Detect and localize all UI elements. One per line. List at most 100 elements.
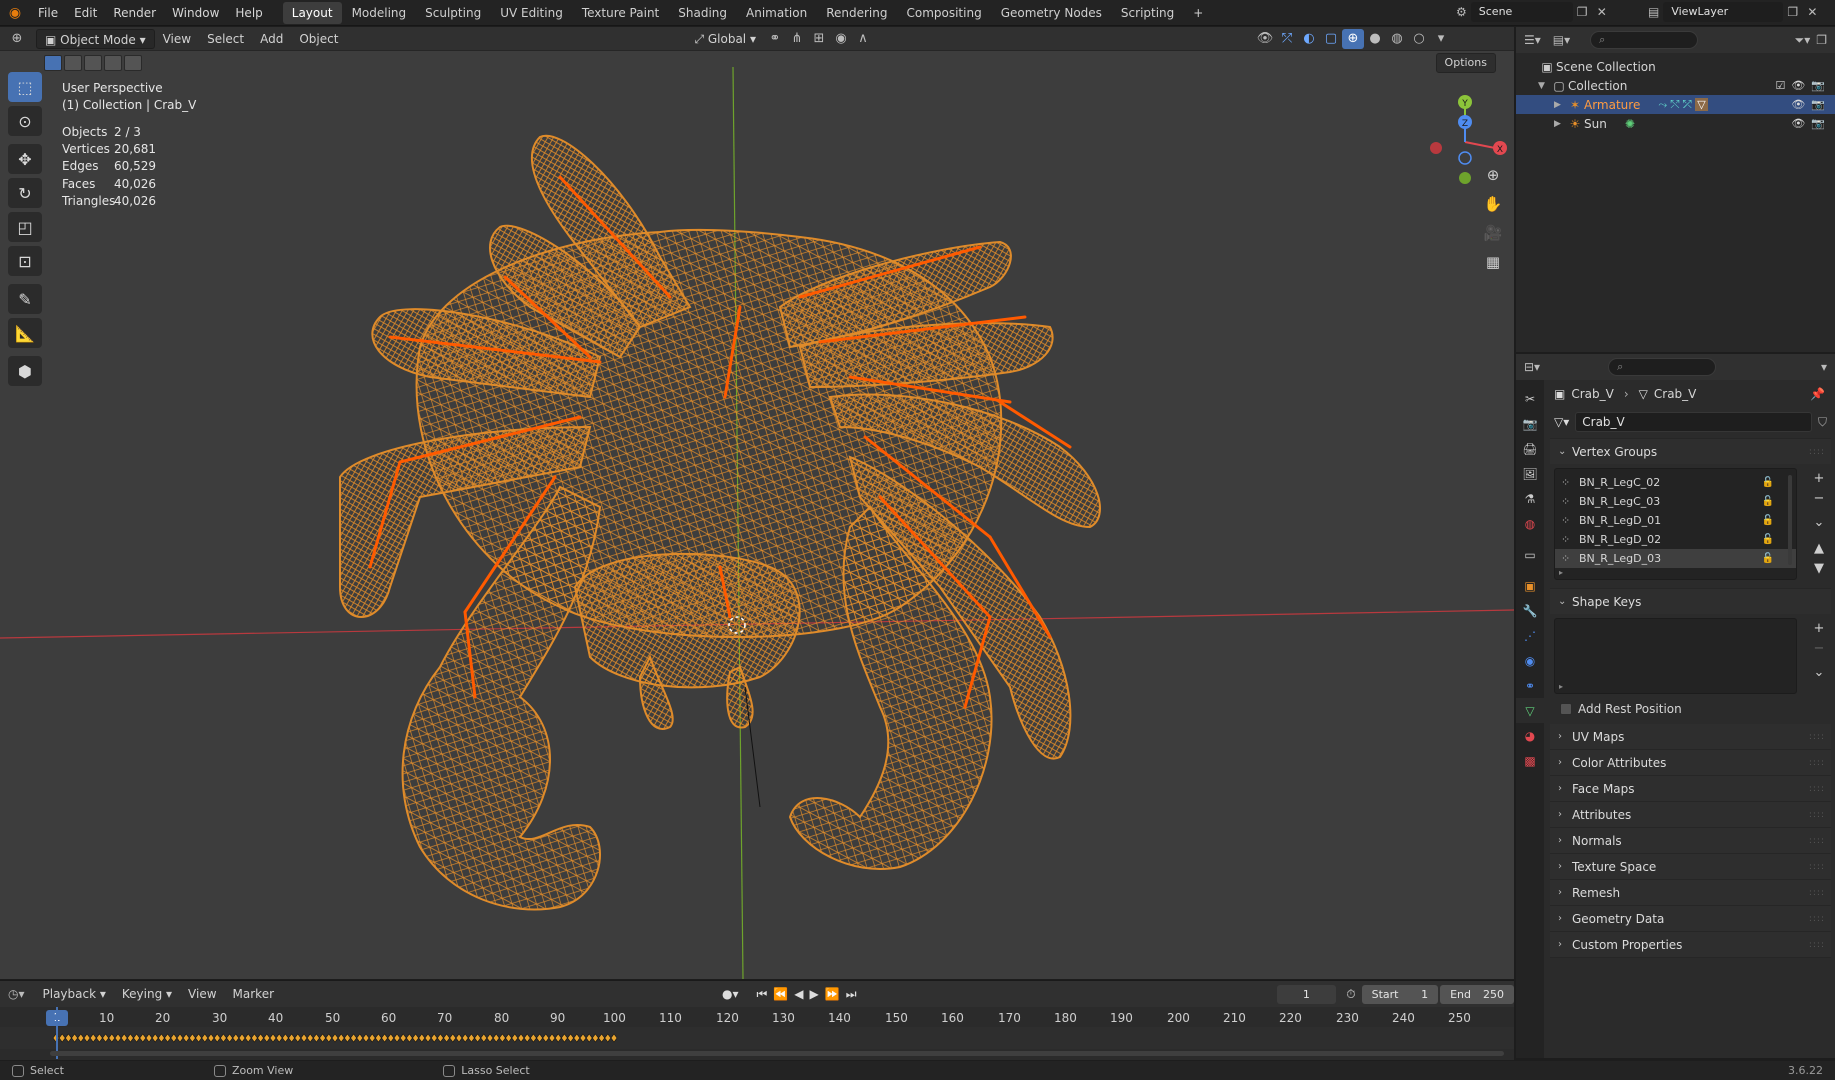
transform-orientation-dropdown[interactable]: ⤢ Global ▾ [686,29,764,49]
visibility-icon[interactable]: 👁 [1254,29,1276,49]
tab-rendering[interactable]: Rendering [817,2,896,24]
shading-wireframe-icon[interactable]: ⊕ [1341,28,1364,49]
move-tool-icon[interactable]: ✥ [8,144,42,174]
menu-keying[interactable]: Keying ▾ [114,984,180,1004]
measure-tool-icon[interactable]: 📐 [8,318,42,348]
select-extend-icon[interactable] [64,55,82,71]
particles-tab-icon[interactable]: ⋰ [1516,623,1544,648]
shading-solid-icon[interactable]: ● [1364,29,1386,49]
eye-icon[interactable]: 👁 [1791,79,1805,92]
add-rest-position-row[interactable]: Add Rest Position [1546,698,1835,720]
pivot-point-icon[interactable]: ⚭ [764,29,786,49]
annotate-tool-icon[interactable]: ✎ [8,284,42,314]
remesh-panel-header[interactable]: › Remesh:::: [1550,880,1831,906]
cursor-tool-icon[interactable]: ⊙ [8,106,42,136]
lock-icon[interactable]: 🔓 [1762,496,1774,507]
shape-keys-panel-header[interactable]: ⌄ Shape Keys [1550,588,1831,614]
custom-properties-panel-header[interactable]: › Custom Properties:::: [1550,932,1831,958]
drag-grip-icon[interactable]: :::: [1809,914,1825,924]
pin-icon[interactable]: 📌 [1810,387,1825,401]
eye-icon[interactable]: 👁 [1791,117,1805,130]
transform-tool-icon[interactable]: ⊡ [8,246,42,276]
drag-grip-icon[interactable]: :::: [1809,758,1825,768]
tab-layout[interactable]: Layout [282,1,342,24]
select-box-tool-icon[interactable]: ⬚ [8,72,42,102]
drag-grip-icon[interactable]: :::: [1809,940,1825,950]
mode-selector[interactable]: ▣ Object Mode ▾ [36,28,155,49]
geometry-data-panel-header[interactable]: › Geometry Data:::: [1550,906,1831,932]
shape-key-list[interactable]: ▸ [1554,618,1797,694]
timeline-editor-icon[interactable]: ◷▾ [8,987,25,1001]
list-scrollbar[interactable] [1788,475,1792,565]
lock-icon[interactable]: 🔓 [1762,477,1774,488]
select-invert-icon[interactable] [104,55,122,71]
shading-rendered-icon[interactable]: ○ [1408,29,1430,49]
physics-tab-icon[interactable]: ◉ [1516,648,1544,673]
menu-edit[interactable]: Edit [66,0,105,26]
jump-start-icon[interactable]: ⏮ [757,987,768,1002]
grid-view-icon[interactable]: ▦ [1478,248,1508,276]
properties-search-input[interactable]: ⌕ [1608,358,1717,376]
collection-tab-icon[interactable]: ▭ [1516,542,1544,567]
zoom-icon[interactable]: ⊕ [1478,161,1508,189]
vertex-groups-panel-header[interactable]: ⌄ Vertex Groups :::: [1550,438,1831,464]
overlay-toggle-icon[interactable]: ◐ [1298,29,1320,49]
add-shape-key-icon[interactable]: + [1809,620,1829,638]
next-keyframe-icon[interactable]: ⏩ [825,987,840,1001]
timeline-scrollbar[interactable] [50,1051,1504,1056]
drag-grip-icon[interactable]: :::: [1809,836,1825,846]
start-frame-field[interactable]: Start 1 [1361,984,1439,1004]
prev-keyframe-icon[interactable]: ⏪ [773,987,788,1001]
menu-add[interactable]: Add [252,29,291,49]
scene-tab-icon[interactable]: ⚗ [1516,486,1544,511]
object-tab-icon[interactable]: ▣ [1516,573,1544,598]
tab-scripting[interactable]: Scripting [1112,2,1183,24]
outliner-row-collection[interactable]: ▼ ▢ Collection ☑ 👁 📷 [1516,76,1835,95]
color-attributes-panel-header[interactable]: › Color Attributes:::: [1550,750,1831,776]
end-frame-field[interactable]: End 250 [1440,984,1514,1004]
checkbox-icon[interactable]: ☑ [1775,79,1785,92]
outliner-row-sun[interactable]: ▶ ☀ Sun ✺ 👁 📷 [1516,114,1835,133]
filter-icon[interactable]: ⏷▾ [1795,33,1811,48]
properties-editor-icon[interactable]: ⊟▾ [1524,360,1540,374]
options-dropdown[interactable]: Options [1435,53,1496,73]
menu-render[interactable]: Render [105,0,164,26]
drag-grip-icon[interactable]: :::: [1809,888,1825,898]
vertex-group-item-selected[interactable]: ⁘ BN_R_LegD_03 🔓 [1555,549,1796,568]
vertex-group-list[interactable]: ⁘ BN_R_LegC_02 🔓 ⁘ BN_R_LegC_03 🔓 ⁘ BN_R_LegD… [1554,468,1797,580]
vertex-group-item[interactable]: ⁘ BN_R_LegD_01 🔓 [1555,511,1796,530]
3d-viewport[interactable]: ⊕ ▣ Object Mode ▾ View Select Add Object… [0,27,1514,979]
select-subtract-icon[interactable] [84,55,102,71]
new-view-layer-icon[interactable]: ❐ [1787,5,1803,19]
drag-grip-icon[interactable]: :::: [1809,732,1825,742]
move-up-icon[interactable]: ▲ [1809,540,1829,558]
scene-field[interactable]: Scene [1470,2,1573,22]
add-workspace-button[interactable]: + [1184,2,1212,24]
uv-maps-panel-header[interactable]: › UV Maps:::: [1550,724,1831,750]
attributes-panel-header[interactable]: › Attributes:::: [1550,802,1831,828]
texture-tab-icon[interactable]: ▩ [1516,748,1544,773]
gizmo-toggle-icon[interactable]: ⤱ [1276,29,1298,49]
render-tab-icon[interactable]: 📷 [1516,411,1544,436]
move-down-icon[interactable]: ▼ [1809,560,1829,578]
keyframe-track[interactable] [0,1027,1514,1049]
list-resize-grip-icon[interactable]: ▸ [1559,568,1563,577]
scale-tool-icon[interactable]: ◰ [8,212,42,242]
tab-uv-editing[interactable]: UV Editing [491,2,572,24]
editor-type-icon[interactable]: ⊕ [6,29,28,49]
select-new-icon[interactable] [44,55,62,71]
snap-target-icon[interactable]: ⊞ [808,29,830,49]
drag-grip-icon[interactable]: :::: [1809,447,1825,457]
outliner-row-armature[interactable]: ▶ ✶ Armature ⤳ ⤲ ⤱ ▽ 👁 📷 [1516,95,1835,114]
outliner-row-scene-collection[interactable]: ▣ Scene Collection [1516,57,1835,76]
menu-timeline-view[interactable]: View [180,984,224,1004]
blender-logo-icon[interactable]: ◉ [0,5,30,21]
render-camera-icon[interactable]: 📷 [1811,117,1825,130]
tab-compositing[interactable]: Compositing [897,2,990,24]
view-layer-tab-icon[interactable]: 🖼 [1516,461,1544,486]
mesh-name-field[interactable]: Crab_V [1575,412,1812,432]
shading-material-icon[interactable]: ◍ [1386,29,1408,49]
constraints-tab-icon[interactable]: ⚭ [1516,673,1544,698]
output-tab-icon[interactable]: 🖨 [1516,436,1544,461]
menu-select[interactable]: Select [199,29,252,49]
